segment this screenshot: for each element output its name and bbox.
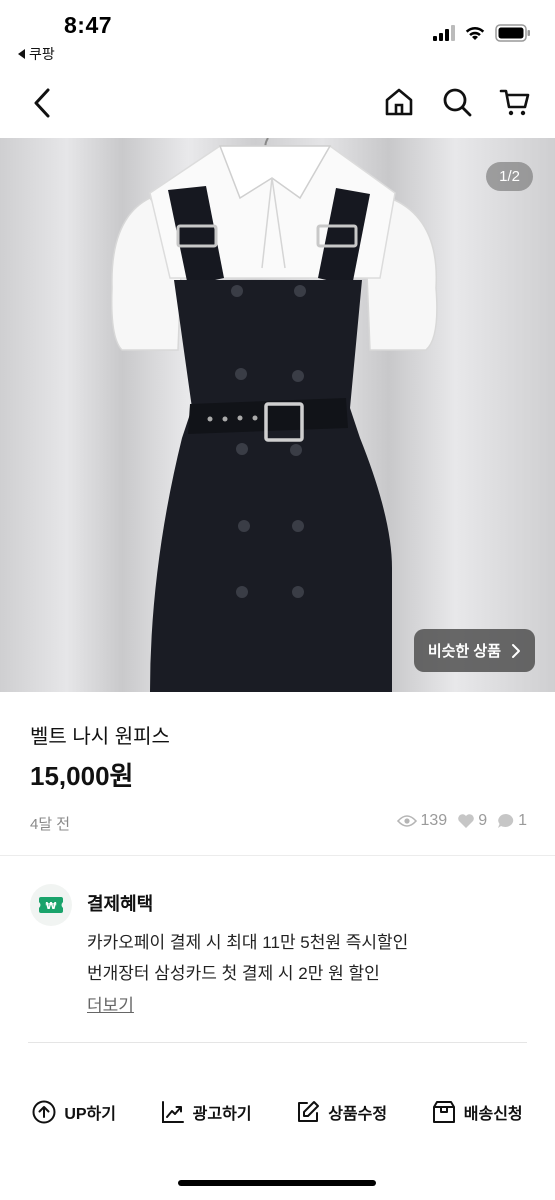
views-stat: 139 bbox=[397, 812, 447, 830]
similar-products-label: 비슷한 상품 bbox=[427, 643, 501, 660]
wifi-icon bbox=[465, 26, 485, 40]
seller-action-bar: UP하기 광고하기 상품수정 배송신청 bbox=[0, 1094, 555, 1130]
box-icon bbox=[432, 1101, 455, 1123]
svg-text:₩: ₩ bbox=[45, 901, 56, 912]
benefit-samsungcard: 번개장터 삼성카드 첫 결제 시 2만 원 할인 bbox=[87, 964, 380, 983]
benefit-title: 결제혜택 bbox=[87, 894, 154, 914]
heart-icon bbox=[458, 814, 474, 828]
up-button[interactable]: UP하기 bbox=[32, 1100, 116, 1124]
home-button[interactable] bbox=[383, 86, 415, 118]
status-bar: 8:47 쿠팡 bbox=[0, 0, 555, 68]
status-time: 8:47 bbox=[64, 12, 113, 38]
nav-actions bbox=[383, 86, 531, 118]
similar-products-button[interactable]: 비슷한 상품 bbox=[413, 629, 535, 672]
home-icon bbox=[385, 88, 413, 116]
product-title: 벨트 나시 원피스 bbox=[30, 726, 170, 748]
up-arrow-circle-icon bbox=[32, 1100, 56, 1124]
nav-bar bbox=[0, 72, 555, 134]
chevron-right-icon bbox=[512, 643, 520, 658]
divider bbox=[0, 855, 555, 856]
signal-icon bbox=[433, 25, 455, 41]
advertise-button[interactable]: 광고하기 bbox=[161, 1100, 252, 1124]
edit-icon bbox=[298, 1101, 320, 1122]
eye-icon bbox=[397, 815, 418, 827]
back-button[interactable] bbox=[26, 86, 60, 120]
cart-button[interactable] bbox=[499, 86, 531, 118]
payment-benefit-icon: ₩ bbox=[30, 884, 72, 926]
up-label: UP하기 bbox=[64, 1106, 116, 1123]
product-stats: 139 9 1 bbox=[391, 812, 527, 830]
likes-stat: 9 bbox=[457, 812, 487, 830]
divider bbox=[28, 1042, 527, 1043]
search-button[interactable] bbox=[441, 86, 473, 118]
back-app-label: 쿠팡 bbox=[29, 46, 55, 62]
chat-bubble-icon bbox=[498, 814, 514, 828]
views-count: 139 bbox=[420, 812, 448, 829]
edit-product-button[interactable]: 상품수정 bbox=[296, 1100, 387, 1124]
product-image-gallery[interactable]: 1/2 비슷한 상품 bbox=[0, 138, 555, 692]
back-triangle-icon bbox=[18, 49, 25, 59]
chart-trend-icon bbox=[161, 1101, 184, 1123]
product-price: 15,000원 bbox=[30, 761, 134, 791]
more-benefits-link[interactable]: 더보기 bbox=[87, 991, 134, 1016]
shipping-request-label: 배송신청 bbox=[463, 1106, 523, 1123]
battery-icon bbox=[495, 24, 530, 42]
posted-time: 4달 전 bbox=[30, 816, 71, 833]
benefit-kakaopay: 카카오페이 결제 시 최대 11만 5천원 즉시할인 bbox=[87, 933, 409, 952]
won-ticket-icon: ₩ bbox=[39, 897, 63, 913]
edit-product-label: 상품수정 bbox=[328, 1106, 388, 1123]
product-photo bbox=[110, 138, 438, 692]
home-indicator[interactable] bbox=[178, 1180, 376, 1186]
advertise-label: 광고하기 bbox=[192, 1106, 252, 1123]
status-icons bbox=[433, 24, 531, 42]
image-counter: 1/2 bbox=[486, 162, 533, 191]
cart-icon bbox=[499, 89, 530, 116]
back-icon bbox=[34, 88, 50, 118]
shipping-request-button[interactable]: 배송신청 bbox=[432, 1100, 523, 1124]
search-icon bbox=[443, 88, 472, 117]
chats-count: 1 bbox=[518, 812, 527, 829]
likes-count: 9 bbox=[478, 812, 488, 829]
chats-stat: 1 bbox=[497, 812, 527, 830]
back-to-app-link[interactable]: 쿠팡 bbox=[18, 44, 55, 64]
